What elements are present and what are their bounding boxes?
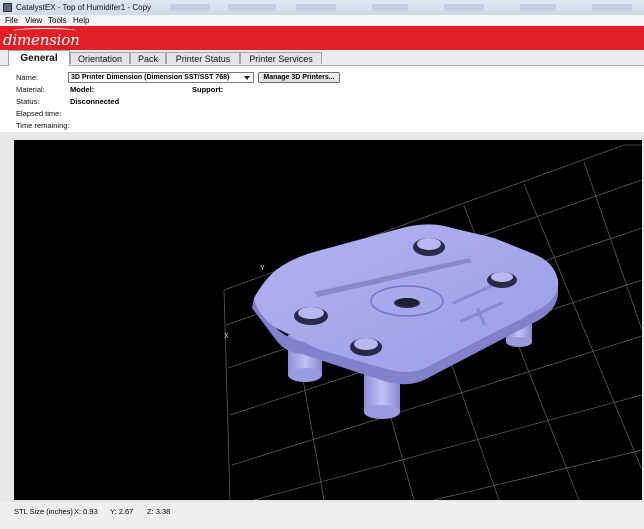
tab-pack[interactable]: Pack (130, 52, 166, 64)
brand-banner: dimension (0, 26, 644, 50)
tab-orientation[interactable]: Orientation (70, 52, 130, 64)
center-hole (396, 298, 418, 306)
tab-bar: General Orientation Pack Printer Status … (0, 50, 644, 66)
name-label: Name: (16, 73, 39, 82)
3d-viewport[interactable]: Y X (14, 140, 642, 500)
status-bar: STL Size (inches) X: 0.93 Y: 2.67 Z: 3.3… (0, 502, 644, 529)
background-tab (296, 4, 336, 11)
background-tab (444, 4, 484, 11)
app-icon (3, 3, 12, 12)
model-label: Model: (70, 85, 95, 94)
time-remaining-label: Time remaining: (16, 121, 70, 130)
stl-size-label: STL Size (inches) (14, 507, 73, 516)
support-label: Support: (192, 85, 224, 94)
menu-view[interactable]: View (25, 16, 42, 25)
manage-printers-button[interactable]: Manage 3D Printers... (258, 72, 340, 83)
elapsed-time-label: Elapsed time: (16, 109, 62, 118)
size-z-value: Z: 3.38 (147, 507, 171, 516)
menu-bar: File View Tools Help (0, 15, 644, 26)
chevron-down-icon (244, 76, 250, 80)
title-bar: CatalystEX - Top of Humidifer1 - Copy (0, 0, 644, 16)
printer-select-value: 3D Printer Dimension (Dimension SST/SST … (71, 74, 230, 81)
size-y-value: Y: 2.67 (110, 507, 134, 516)
tab-printer-status[interactable]: Printer Status (166, 52, 240, 64)
material-label: Material: (16, 85, 45, 94)
size-x-value: X: 0.93 (74, 507, 98, 516)
menu-tools[interactable]: Tools (48, 16, 67, 25)
axis-y-label: Y (260, 265, 265, 272)
tab-printer-services[interactable]: Printer Services (240, 52, 322, 64)
status-label: Status: (16, 97, 40, 106)
background-tab (170, 4, 210, 11)
tab-general[interactable]: General (8, 50, 70, 66)
model-view-svg: Y X (223, 144, 642, 500)
printer-select[interactable]: 3D Printer Dimension (Dimension SST/SST … (68, 72, 254, 83)
menu-help[interactable]: Help (73, 16, 89, 25)
status-value: Disconnected (70, 97, 120, 106)
background-tab (520, 4, 556, 11)
axis-x-label: X (224, 333, 229, 340)
menu-file[interactable]: File (5, 16, 18, 25)
dimension-logo: dimension (3, 31, 80, 49)
window-title: CatalystEX - Top of Humidifer1 - Copy (16, 3, 152, 12)
background-tab (372, 4, 408, 11)
background-tab (592, 4, 632, 11)
background-tab (228, 4, 276, 11)
